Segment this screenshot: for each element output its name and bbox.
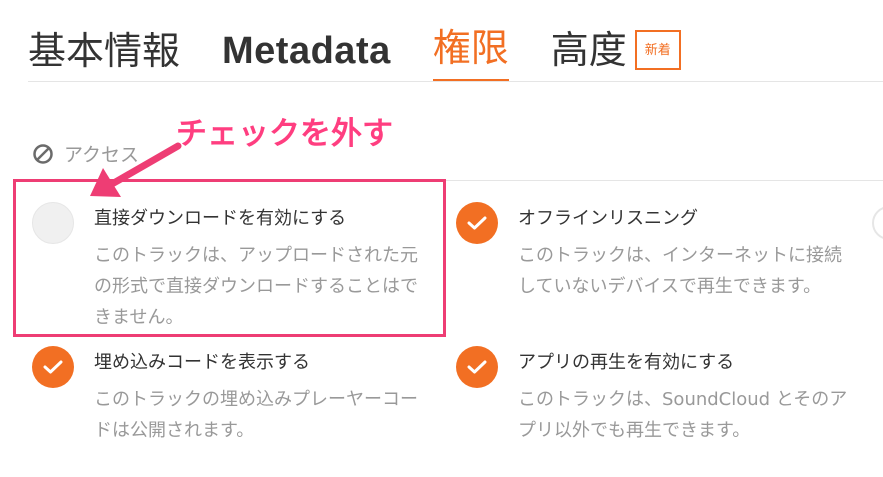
access-heading-label: アクセス [64,144,140,166]
tab-advanced[interactable]: 高度 新着 [551,30,681,82]
option-description: このトラックは、アップロードされた元の形式で直接ダウンロードすることはできません… [94,245,418,328]
block-icon [33,143,53,164]
offline-listening-checkbox[interactable] [456,202,498,244]
option-description: このトラックは、SoundCloud とそのアプリ以外でも再生できます。 [518,389,848,441]
option-description: このトラックは、インターネットに接続していないデバイスで再生できます。 [518,245,842,297]
tab-metadata[interactable]: Metadata [222,32,391,82]
tab-bar: 基本情報 Metadata 権限 高度 新着 [28,16,681,82]
option-description: このトラックの埋め込みプレーヤーコードは公開されます。 [94,389,418,441]
check-icon [43,360,63,374]
tab-divider [28,81,883,82]
access-section-heading: アクセス [32,140,139,167]
tab-permissions[interactable]: 権限 [432,29,509,82]
tab-advanced-label: 高度 [550,28,627,72]
tab-basic-info[interactable]: 基本情報 [28,32,180,82]
option-title: 直接ダウンロードを有効にする [94,208,347,229]
option-title: 埋め込みコードを表示する [94,352,310,373]
app-playback-checkbox[interactable] [456,346,498,388]
option-title: アプリの再生を有効にする [518,352,735,373]
check-icon [467,216,487,230]
direct-download-checkbox[interactable] [32,202,74,244]
new-badge: 新着 [634,30,681,70]
check-icon [467,360,487,374]
option-title: オフラインリスニング [518,208,698,229]
embed-code-checkbox[interactable] [32,346,74,388]
annotation-label: チェックを外す [176,116,393,152]
partial-checkbox[interactable] [872,206,883,240]
section-divider [28,180,883,181]
